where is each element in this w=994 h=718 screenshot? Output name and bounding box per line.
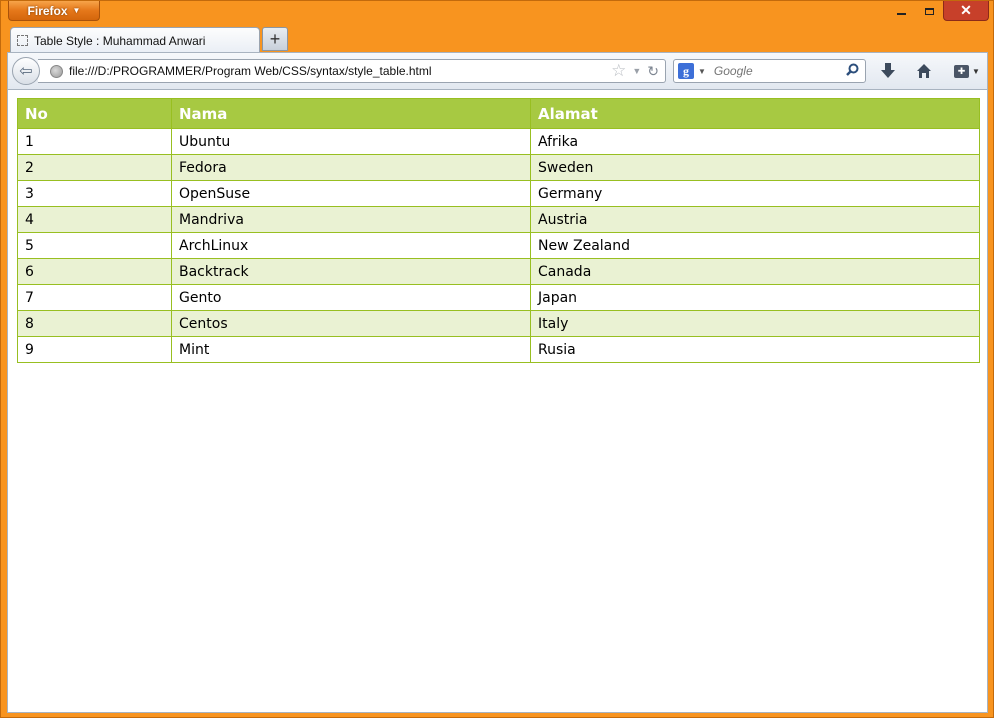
addons-button[interactable]: ✚ ▼ (948, 59, 986, 83)
column-header-no: No (17, 98, 172, 129)
cell-alamat: Afrika (530, 128, 980, 155)
cell-nama: Centos (171, 310, 531, 337)
table-header-row: No Nama Alamat (17, 98, 980, 129)
table-row: 1 Ubuntu Afrika (17, 128, 980, 155)
column-header-nama: Nama (171, 98, 531, 129)
cell-alamat: Canada (530, 258, 980, 285)
minimize-button[interactable] (887, 1, 915, 21)
navigation-toolbar: file:///D:/PROGRAMMER/Program Web/CSS/sy… (7, 52, 988, 90)
table-row: 7 Gento Japan (17, 284, 980, 311)
cell-nama: Fedora (171, 154, 531, 181)
browser-window: Firefox ▼ ✕ Table Style : Muhammad Anwar… (0, 0, 994, 718)
close-icon: ✕ (960, 2, 972, 18)
cell-nama: Mint (171, 336, 531, 363)
search-input[interactable] (711, 63, 846, 79)
reload-icon[interactable]: ↻ (647, 63, 659, 80)
cell-nama: Backtrack (171, 258, 531, 285)
home-icon (917, 64, 931, 78)
chevron-down-icon: ▼ (972, 66, 980, 76)
data-table: No Nama Alamat 1 Ubuntu Afrika 2 Fedora … (17, 98, 980, 363)
firefox-menu-button[interactable]: Firefox ▼ (8, 1, 100, 21)
table-row: 8 Centos Italy (17, 310, 980, 337)
puzzle-icon: ✚ (954, 64, 970, 78)
cell-no: 9 (17, 336, 172, 363)
cell-no: 3 (17, 180, 172, 207)
back-button[interactable]: ⇦ (12, 57, 40, 85)
cell-no: 4 (17, 206, 172, 233)
cell-no: 7 (17, 284, 172, 311)
url-text[interactable]: file:///D:/PROGRAMMER/Program Web/CSS/sy… (69, 64, 611, 78)
cell-alamat: Rusia (530, 336, 980, 363)
cell-nama: Mandriva (171, 206, 531, 233)
table-row: 2 Fedora Sweden (17, 154, 980, 181)
cell-no: 1 (17, 128, 172, 155)
search-bar[interactable]: g ▼ (673, 59, 866, 83)
tab-title: Table Style : Muhammad Anwari (34, 33, 206, 48)
table-row: 4 Mandriva Austria (17, 206, 980, 233)
cell-no: 6 (17, 258, 172, 285)
new-tab-button[interactable]: + (262, 27, 288, 51)
cell-no: 8 (17, 310, 172, 337)
table-row: 6 Backtrack Canada (17, 258, 980, 285)
search-magnifier-icon[interactable] (846, 63, 859, 79)
cell-alamat: Austria (530, 206, 980, 233)
url-bar-icons: ☆ ▼ ↻ (611, 61, 659, 81)
cell-alamat: New Zealand (530, 232, 980, 259)
cell-alamat: Italy (530, 310, 980, 337)
cell-nama: OpenSuse (171, 180, 531, 207)
url-bar[interactable]: file:///D:/PROGRAMMER/Program Web/CSS/sy… (38, 59, 666, 83)
window-controls: ✕ (887, 1, 989, 21)
page-favicon-icon (17, 35, 28, 46)
back-arrow-icon: ⇦ (19, 63, 33, 80)
table-row: 5 ArchLinux New Zealand (17, 232, 980, 259)
bookmark-star-icon[interactable]: ☆ (611, 61, 626, 81)
maximize-button[interactable] (915, 1, 943, 21)
search-engine-dropdown-icon[interactable]: ▼ (698, 67, 706, 76)
tab-active[interactable]: Table Style : Muhammad Anwari (10, 27, 260, 53)
cell-alamat: Sweden (530, 154, 980, 181)
download-arrow-icon (881, 63, 895, 78)
table-row: 9 Mint Rusia (17, 336, 980, 363)
plus-icon: + (269, 29, 281, 49)
chevron-down-icon: ▼ (72, 6, 81, 15)
globe-icon (50, 64, 63, 78)
cell-alamat: Japan (530, 284, 980, 311)
firefox-menu-label: Firefox (27, 3, 68, 18)
cell-nama: Ubuntu (171, 128, 531, 155)
close-button[interactable]: ✕ (943, 1, 989, 21)
home-button[interactable] (910, 59, 938, 83)
column-header-alamat: Alamat (530, 98, 980, 129)
cell-nama: ArchLinux (171, 232, 531, 259)
table-row: 3 OpenSuse Germany (17, 180, 980, 207)
cell-alamat: Germany (530, 180, 980, 207)
google-engine-icon[interactable]: g (678, 63, 694, 79)
page-content: No Nama Alamat 1 Ubuntu Afrika 2 Fedora … (7, 89, 988, 713)
downloads-button[interactable] (874, 59, 902, 83)
history-dropdown-icon[interactable]: ▼ (632, 66, 641, 76)
minimize-icon (896, 13, 906, 15)
cell-nama: Gento (171, 284, 531, 311)
maximize-icon (924, 7, 934, 15)
cell-no: 2 (17, 154, 172, 181)
cell-no: 5 (17, 232, 172, 259)
